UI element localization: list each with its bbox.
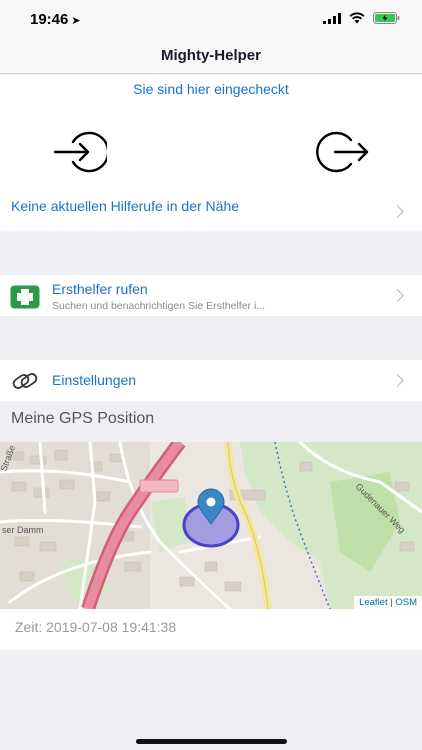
help-calls-text: Keine aktuellen Hilferufe in der Nähe: [11, 198, 240, 214]
location-arrow-icon: ➤: [71, 15, 81, 27]
map-attribution: Leaflet | OSM: [354, 596, 422, 609]
signal-icon: [323, 12, 341, 24]
ersthelfer-subtitle: Suchen und benachrichtigen Sie Ersthelfe…: [52, 300, 266, 312]
leaflet-link[interactable]: Leaflet: [359, 597, 388, 608]
street-label: ser Damm: [2, 525, 44, 535]
checkin-status-text: Sie sind hier eingecheckt: [133, 81, 289, 97]
status-time: 19:46: [30, 11, 69, 28]
wifi-icon: [349, 12, 365, 24]
logout-icon: [316, 131, 369, 173]
home-indicator[interactable]: [136, 739, 287, 744]
einstellungen-title: Einstellungen: [52, 372, 137, 388]
ersthelfer-title: Ersthelfer rufen: [52, 281, 148, 297]
map-tiles: Straße ser Damm Gudenauer Weg: [0, 442, 422, 609]
battery-icon: [373, 12, 400, 24]
checkin-button[interactable]: [53, 130, 110, 174]
chevron-right-icon: [391, 374, 404, 387]
gps-timestamp: Zeit: 2019-07-08 19:41:38: [15, 619, 177, 635]
attribution-separator: |: [390, 597, 393, 608]
gps-time-panel: Zeit: 2019-07-08 19:41:38: [0, 609, 422, 650]
link-icon: [12, 373, 38, 389]
help-calls-row[interactable]: Keine aktuellen Hilferufe in der Nähe: [0, 190, 422, 232]
first-aid-icon: [10, 285, 40, 309]
chevron-right-icon: [391, 289, 404, 302]
page-title: Mighty-Helper: [160, 47, 261, 64]
gps-section-header: Meine GPS Position: [11, 410, 155, 427]
nav-bar: Mighty-Helper: [0, 40, 422, 74]
login-icon: [53, 131, 110, 173]
gps-map[interactable]: Straße ser Damm Gudenauer Weg Leaflet | …: [0, 442, 422, 609]
chevron-right-icon: [391, 205, 404, 218]
einstellungen-row[interactable]: Einstellungen: [0, 360, 422, 401]
status-bar: 19:46 ➤: [0, 0, 422, 40]
ersthelfer-row[interactable]: Ersthelfer rufen Suchen und benachrichti…: [0, 275, 422, 316]
checkout-button[interactable]: [315, 130, 369, 174]
osm-link[interactable]: OSM: [395, 597, 417, 608]
